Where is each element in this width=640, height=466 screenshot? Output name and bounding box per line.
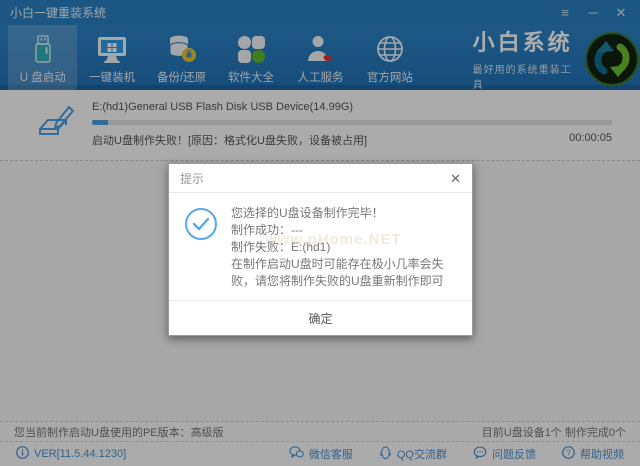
dialog-header: 提示 ✕	[169, 164, 472, 193]
dialog-title: 提示	[180, 170, 204, 187]
dialog-body: 您选择的U盘设备制作完毕！ 制作成功：--- 制作失败：E:(hd1) 在制作启…	[169, 193, 472, 300]
dialog-line: 制作失败：E:(hd1)	[231, 239, 458, 256]
prompt-dialog: 提示 ✕ 您选择的U盘设备制作完毕！ 制作成功：--- 制作失败：E:(hd1)…	[168, 163, 473, 336]
dialog-line: 您选择的U盘设备制作完毕！	[231, 205, 458, 222]
dialog-close-icon[interactable]: ✕	[450, 172, 461, 185]
dialog-message: 您选择的U盘设备制作完毕！ 制作成功：--- 制作失败：E:(hd1) 在制作启…	[231, 205, 458, 290]
dialog-line: 制作成功：---	[231, 222, 458, 239]
ok-button[interactable]: 确定	[278, 304, 362, 333]
dialog-line: 在制作启动U盘时可能存在极小几率会失败，请您将制作失败的U盘重新制作即可	[231, 256, 458, 290]
success-check-icon	[185, 208, 217, 240]
dialog-footer: 确定	[169, 300, 472, 335]
app-window: 小白一键重装系统 ≡ ─ ✕ U 盘启动	[0, 0, 640, 466]
